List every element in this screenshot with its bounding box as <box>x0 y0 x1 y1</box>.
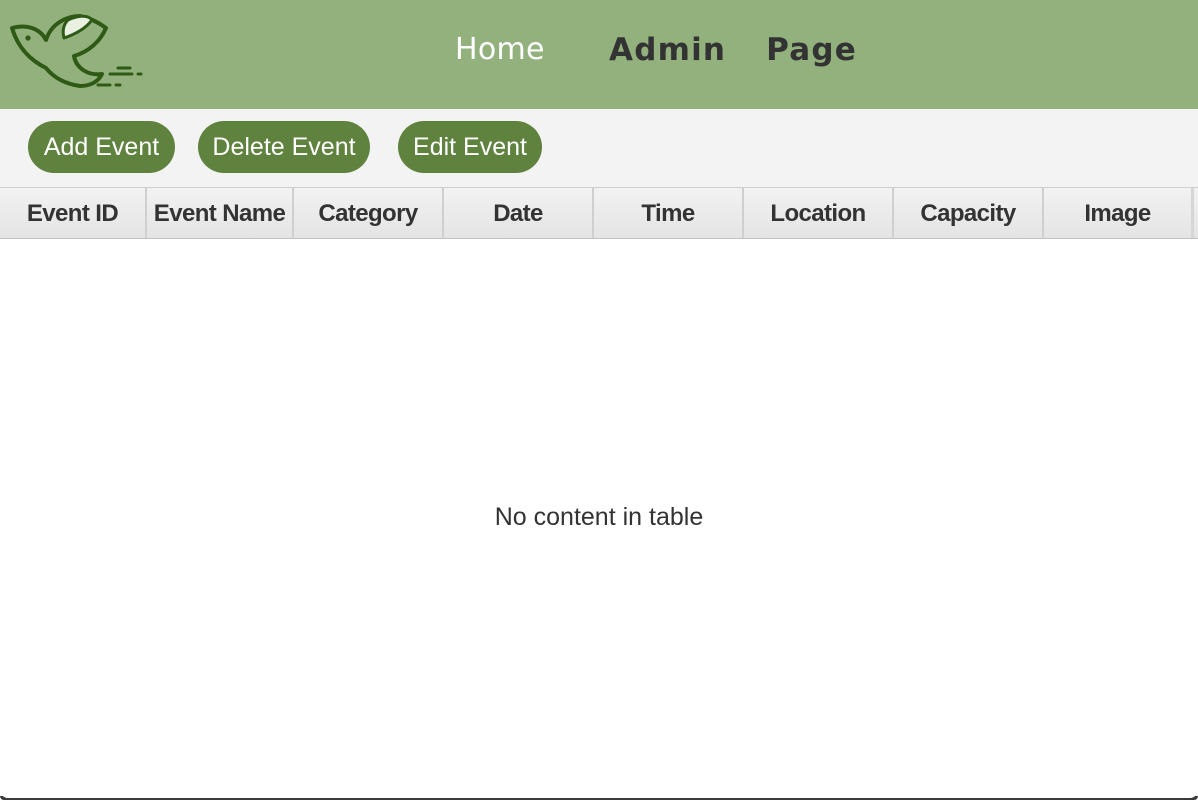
column-header-category[interactable]: Category <box>294 188 444 238</box>
dove-logo-icon <box>10 14 143 88</box>
window-bottom-edge <box>0 790 1198 800</box>
table-header: Event ID Event Name Category Date Time L… <box>0 187 1198 239</box>
column-header-capacity[interactable]: Capacity <box>894 188 1044 238</box>
column-header-event-name[interactable]: Event Name <box>147 188 294 238</box>
add-event-button[interactable]: Add Event <box>28 121 175 173</box>
delete-event-button[interactable]: Delete Event <box>198 121 370 173</box>
page-title: Admin Page <box>609 32 857 68</box>
nav-home-link[interactable]: Home <box>455 32 545 67</box>
column-header-image[interactable]: Image <box>1044 188 1194 238</box>
empty-table-placeholder: No content in table <box>494 503 704 531</box>
toolbar: Add Event Delete Event Edit Event <box>0 109 1198 187</box>
admin-window: Home Admin Page Add Event Delete Event E… <box>0 0 1198 800</box>
column-header-location[interactable]: Location <box>744 188 894 238</box>
column-header-event-id[interactable]: Event ID <box>0 188 147 238</box>
header-bar: Home Admin Page <box>0 0 1198 109</box>
events-table[interactable]: Event ID Event Name Category Date Time L… <box>0 187 1198 800</box>
column-header-time[interactable]: Time <box>594 188 744 238</box>
column-header-date[interactable]: Date <box>444 188 594 238</box>
edit-event-button[interactable]: Edit Event <box>398 121 542 173</box>
